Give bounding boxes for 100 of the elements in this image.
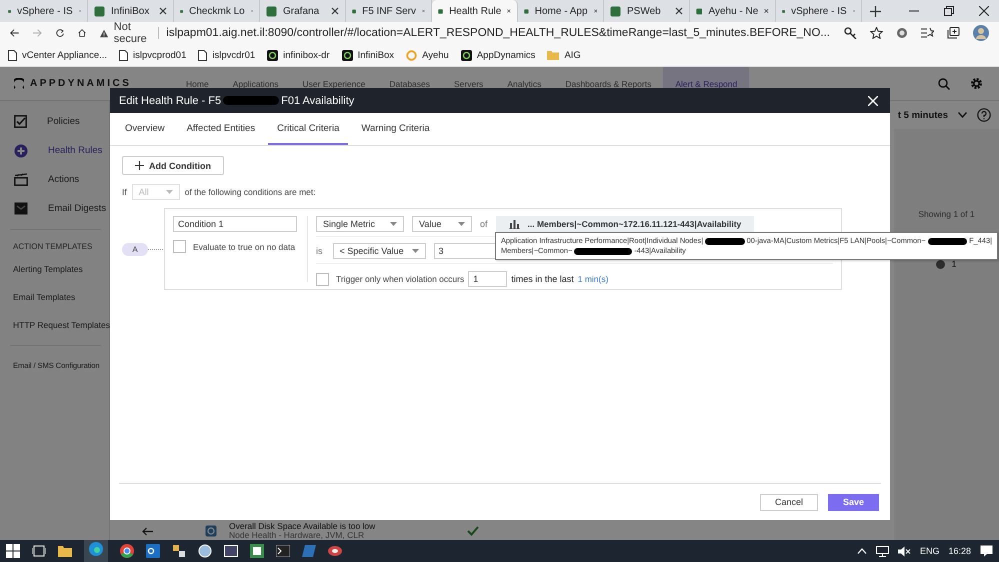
mail-icon[interactable] [146, 544, 160, 558]
folder-icon[interactable] [58, 545, 72, 557]
is-label: is [316, 246, 322, 256]
powershell-icon[interactable] [302, 545, 316, 557]
bookmark[interactable]: AIG [547, 50, 581, 60]
caret-icon [166, 190, 173, 194]
restore-icon[interactable] [944, 6, 954, 16]
add-condition-button[interactable]: Add Condition [122, 156, 224, 175]
value-type-dropdown[interactable]: Value [412, 216, 472, 232]
clock[interactable]: 16:28 [948, 546, 971, 556]
favicon-icon [266, 6, 277, 16]
bookmark[interactable]: infinibox-dr [267, 50, 330, 60]
operator-dropdown[interactable]: < Specific Value [332, 243, 426, 259]
warning-icon [100, 28, 108, 38]
close-icon[interactable] [979, 6, 989, 16]
ring-icon [406, 50, 418, 60]
checkbox[interactable] [173, 240, 186, 253]
reload-icon[interactable] [56, 27, 64, 39]
task-view-icon[interactable] [32, 545, 46, 557]
language-indicator[interactable]: ENG [920, 546, 940, 556]
metric-type-dropdown[interactable]: Single Metric [316, 216, 404, 232]
favorites-icon[interactable] [921, 27, 934, 39]
close-icon[interactable] [422, 7, 425, 15]
page-icon [119, 50, 128, 60]
rule-title[interactable]: Overall Disk Space Available is too low [229, 522, 376, 531]
browser-tab[interactable]: Health Rule [432, 0, 518, 22]
chrome-icon[interactable] [120, 544, 134, 558]
new-tab-icon[interactable] [870, 6, 881, 16]
bookmark[interactable]: islpvcdr01 [198, 50, 256, 60]
sidebar-heading: ACTION TEMPLATES [12, 241, 94, 253]
window-app-icon[interactable] [224, 545, 238, 557]
speaker-muted-icon[interactable] [898, 546, 911, 556]
count-label: 1 [951, 259, 956, 269]
close-icon[interactable] [507, 7, 511, 15]
dialog-tab[interactable]: Affected Entities [178, 113, 264, 145]
collections-icon[interactable] [947, 27, 960, 39]
circle-icon[interactable] [896, 27, 908, 39]
dialog-tab[interactable]: Warning Criteria [352, 113, 439, 145]
security-label[interactable]: Not secure [114, 21, 150, 45]
time-range-dropdown[interactable]: t 5 minutes [898, 110, 948, 120]
period-link[interactable]: 1 min(s) [578, 274, 608, 284]
disc-icon[interactable] [328, 545, 342, 557]
home-icon[interactable] [78, 27, 86, 39]
url-field[interactable]: islpapm01.aig.net.il:8090/controller/#/location=ALERT_RESPOND_HEALTH_RULES&timeRange=last_5_minutes.BEFORE_NO... [166, 27, 830, 39]
checkbox[interactable] [316, 272, 329, 286]
chevron-up-icon[interactable] [856, 548, 867, 554]
close-icon[interactable] [764, 7, 769, 15]
folder-icon [547, 50, 560, 60]
help-icon[interactable] [977, 108, 991, 122]
dialog-tab[interactable]: Overview [116, 113, 174, 145]
plus-icon [135, 161, 144, 170]
bookmark[interactable]: vCenter Appliance... [8, 50, 108, 60]
grid-app-icon[interactable] [250, 544, 264, 558]
bar-chart-icon [508, 219, 520, 229]
circle-app-icon[interactable] [198, 544, 212, 558]
browser-icon[interactable] [89, 542, 103, 556]
condition-name-field[interactable]: Condition 1 [173, 216, 297, 232]
star-icon[interactable] [870, 27, 883, 39]
terminal-icon[interactable] [276, 545, 290, 557]
cancel-button[interactable]: Cancel [760, 494, 818, 510]
bookmark[interactable]: InfiniBox [342, 50, 394, 60]
notification-icon[interactable] [980, 545, 993, 557]
metric-button[interactable]: ... Members|~Common~172.16.11.121-443|Availability [496, 216, 754, 232]
sidebar-item[interactable]: Health Rules [48, 145, 102, 156]
sidebar-item[interactable]: Email Digests [48, 203, 106, 214]
sidebar-item[interactable]: Actions [48, 174, 80, 185]
of-label: of [480, 219, 488, 229]
sidebar-item[interactable]: Policies [47, 116, 80, 127]
bookmark[interactable]: AppDynamics [460, 50, 536, 60]
dialog-tab[interactable]: Critical Criteria [268, 113, 348, 145]
key-icon[interactable] [844, 27, 857, 39]
sidebar-item[interactable]: Email Templates [0, 283, 109, 311]
close-icon[interactable] [675, 7, 683, 15]
caret-icon [390, 222, 397, 226]
close-icon[interactable] [159, 7, 167, 15]
count-field[interactable]: 1 [468, 271, 508, 287]
sidebar-item[interactable]: Alerting Templates [0, 255, 109, 283]
app-logo-icon [460, 50, 472, 60]
close-icon[interactable] [331, 7, 339, 15]
caret-icon [412, 249, 418, 253]
app-logo-icon [342, 50, 353, 60]
period-label: times in the last [511, 274, 574, 284]
windows-logo-icon[interactable] [6, 544, 20, 558]
dialog-title: Edit Health Rule - F5 [119, 94, 222, 106]
bookmark[interactable]: islpvcprod01 [119, 50, 186, 60]
plus-circle-icon [14, 144, 28, 158]
avatar-icon[interactable] [973, 25, 989, 41]
search-icon[interactable] [938, 78, 950, 90]
bookmark[interactable]: Ayehu [406, 50, 449, 60]
back-arrow-icon[interactable] [10, 27, 19, 39]
network-tool-icon[interactable] [172, 544, 186, 558]
save-button[interactable]: Save [828, 494, 879, 510]
match-label: of the following conditions are met: [184, 187, 316, 197]
favicon-icon [94, 6, 105, 16]
sidebar-item[interactable]: HTTP Request Templates [0, 311, 109, 339]
clapperboard-icon [14, 173, 28, 186]
network-icon[interactable] [876, 546, 889, 556]
condition-badge: A [122, 242, 148, 256]
settings-icon[interactable] [970, 77, 983, 90]
rule-subtitle: Node Health - Hardware, JVM, CLR [229, 531, 366, 540]
